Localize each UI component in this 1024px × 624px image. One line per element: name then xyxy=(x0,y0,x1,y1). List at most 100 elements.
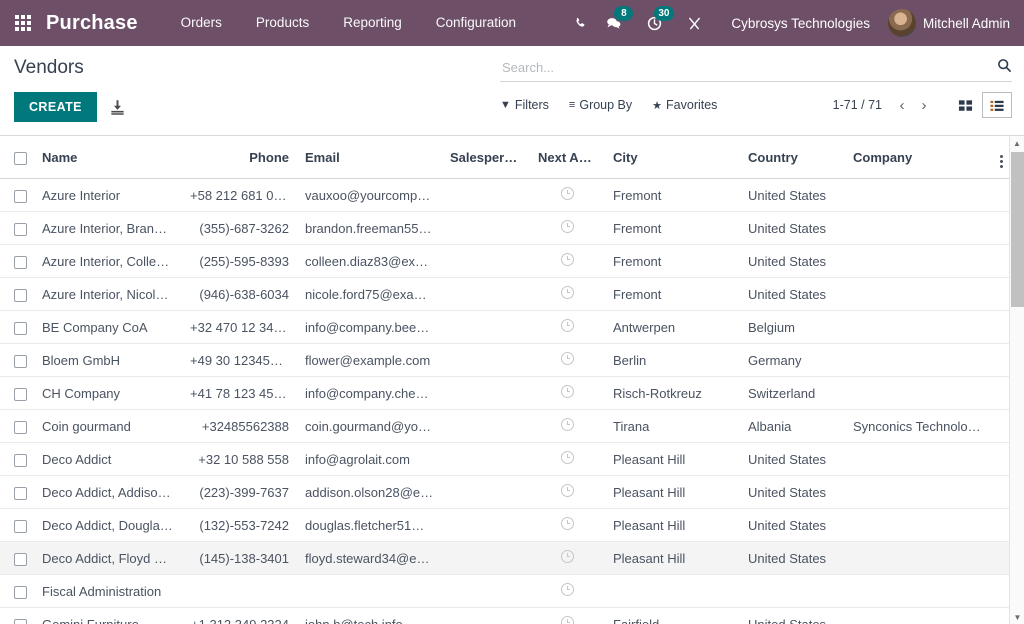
favorites-button[interactable]: ★ Favorites xyxy=(652,98,717,112)
row-checkbox[interactable] xyxy=(14,619,27,624)
clock-icon[interactable] xyxy=(561,187,574,200)
import-download-icon[interactable] xyxy=(107,96,129,118)
cell-phone: (132)-553-7242 xyxy=(182,509,297,542)
vertical-scrollbar[interactable]: ▲ ▼ xyxy=(1009,136,1024,624)
cell-salesperson xyxy=(442,410,530,443)
cell-city: Antwerpen xyxy=(605,311,740,344)
clock-icon[interactable] xyxy=(561,550,574,563)
row-checkbox[interactable] xyxy=(14,289,27,302)
filters-button[interactable]: ▼ Filters xyxy=(500,98,549,112)
column-header-next-activity[interactable]: Next Activi… xyxy=(530,136,605,179)
cell-phone: (355)-687-3262 xyxy=(182,212,297,245)
clock-icon[interactable] xyxy=(561,385,574,398)
clock-icon[interactable] xyxy=(561,418,574,431)
column-header-email[interactable]: Email xyxy=(297,136,442,179)
row-checkbox[interactable] xyxy=(14,454,27,467)
row-checkbox[interactable] xyxy=(14,256,27,269)
column-header-name[interactable]: Name xyxy=(34,136,182,179)
table-row[interactable]: Azure Interior, Nicole …(946)-638-6034ni… xyxy=(0,278,1014,311)
control-panel-left: Vendors CREATE xyxy=(0,46,500,135)
search-input[interactable] xyxy=(500,60,991,75)
row-checkbox[interactable] xyxy=(14,586,27,599)
create-button[interactable]: CREATE xyxy=(14,92,97,122)
table-row[interactable]: Deco Addict, Floyd St…(145)-138-3401floy… xyxy=(0,542,1014,575)
row-checkbox[interactable] xyxy=(14,190,27,203)
row-select-cell xyxy=(0,443,34,476)
row-checkbox[interactable] xyxy=(14,388,27,401)
row-checkbox[interactable] xyxy=(14,421,27,434)
table-row[interactable]: Deco Addict, Douglas …(132)-553-7242doug… xyxy=(0,509,1014,542)
table-row[interactable]: Azure Interior, Colleen…(255)-595-8393co… xyxy=(0,245,1014,278)
cell-name: Deco Addict, Douglas … xyxy=(34,509,182,542)
clock-icon[interactable] xyxy=(561,352,574,365)
clock-icon[interactable] xyxy=(561,616,574,624)
kanban-view-button[interactable] xyxy=(950,92,980,118)
user-menu[interactable]: Mitchell Admin xyxy=(884,9,1024,37)
menu-item-orders[interactable]: Orders xyxy=(164,0,239,46)
table-row[interactable]: Fiscal Administration xyxy=(0,575,1014,608)
search-icon[interactable] xyxy=(991,58,1012,77)
clock-icon[interactable] xyxy=(561,253,574,266)
row-select-cell xyxy=(0,377,34,410)
menu-item-products[interactable]: Products xyxy=(239,0,326,46)
table-row[interactable]: BE Company CoA+32 470 12 34 56info@compa… xyxy=(0,311,1014,344)
cell-city: Fairfield xyxy=(605,608,740,624)
clock-icon[interactable] xyxy=(561,484,574,497)
select-all-checkbox[interactable] xyxy=(14,152,27,165)
row-checkbox[interactable] xyxy=(14,487,27,500)
column-header-salesperson[interactable]: Salesperson xyxy=(442,136,530,179)
row-checkbox[interactable] xyxy=(14,223,27,236)
cell-company xyxy=(845,476,990,509)
table-row[interactable]: Deco Addict+32 10 588 558info@agrolait.c… xyxy=(0,443,1014,476)
table-row[interactable]: Bloem GmbH+49 30 12345678flower@example.… xyxy=(0,344,1014,377)
group-by-button[interactable]: ≡ Group By xyxy=(569,98,632,112)
column-header-phone[interactable]: Phone xyxy=(182,136,297,179)
pager-previous-button[interactable]: ‹ xyxy=(892,98,912,113)
menu-item-reporting[interactable]: Reporting xyxy=(326,0,419,46)
debug-tools-icon[interactable] xyxy=(677,0,711,46)
cell-next-activity xyxy=(530,509,605,542)
column-header-city[interactable]: City xyxy=(605,136,740,179)
cell-email: douglas.fletcher51@e… xyxy=(297,509,442,542)
row-checkbox[interactable] xyxy=(14,355,27,368)
table-row[interactable]: Azure Interior+58 212 681 0538vauxoo@you… xyxy=(0,179,1014,212)
company-switcher[interactable]: Cybrosys Technologies xyxy=(711,16,884,31)
cell-email: info@company.chexa… xyxy=(297,377,442,410)
clock-icon[interactable] xyxy=(561,451,574,464)
cell-email: colleen.diaz83@exam… xyxy=(297,245,442,278)
clock-icon[interactable] xyxy=(561,220,574,233)
table-row[interactable]: Deco Addict, Addison …(223)-399-7637addi… xyxy=(0,476,1014,509)
scrollbar-thumb[interactable] xyxy=(1011,152,1024,307)
row-checkbox[interactable] xyxy=(14,520,27,533)
table-row[interactable]: CH Company+41 78 123 45 67info@company.c… xyxy=(0,377,1014,410)
row-checkbox[interactable] xyxy=(14,322,27,335)
table-row[interactable]: Coin gourmand+32485562388coin.gourmand@y… xyxy=(0,410,1014,443)
cell-salesperson xyxy=(442,212,530,245)
activities-clock-icon[interactable]: 30 xyxy=(637,0,671,46)
row-checkbox[interactable] xyxy=(14,553,27,566)
clock-icon[interactable] xyxy=(561,319,574,332)
table-row[interactable]: Azure Interior, Brando…(355)-687-3262bra… xyxy=(0,212,1014,245)
pager-next-button[interactable]: › xyxy=(914,98,934,113)
app-brand-purchase[interactable]: Purchase xyxy=(46,12,138,35)
column-header-country[interactable]: Country xyxy=(740,136,845,179)
messages-icon[interactable]: 8 xyxy=(597,0,631,46)
scroll-down-arrow[interactable]: ▼ xyxy=(1010,610,1024,624)
scroll-up-arrow[interactable]: ▲ xyxy=(1010,136,1024,150)
clock-icon[interactable] xyxy=(561,583,574,596)
cell-city: Fremont xyxy=(605,278,740,311)
list-view-button[interactable] xyxy=(982,92,1012,118)
clock-icon[interactable] xyxy=(561,286,574,299)
cell-phone: (255)-595-8393 xyxy=(182,245,297,278)
column-header-company[interactable]: Company xyxy=(845,136,990,179)
cell-city: Fremont xyxy=(605,245,740,278)
cell-email: info@company.beexa… xyxy=(297,311,442,344)
clock-icon[interactable] xyxy=(561,517,574,530)
cell-salesperson xyxy=(442,311,530,344)
menu-item-configuration[interactable]: Configuration xyxy=(419,0,533,46)
cell-country: United States xyxy=(740,608,845,624)
apps-grid-icon[interactable] xyxy=(0,0,46,46)
phone-icon[interactable] xyxy=(563,0,597,46)
table-row[interactable]: Gemini Furniture+1 312 349 2324john.b@te… xyxy=(0,608,1014,624)
cell-next-activity xyxy=(530,245,605,278)
